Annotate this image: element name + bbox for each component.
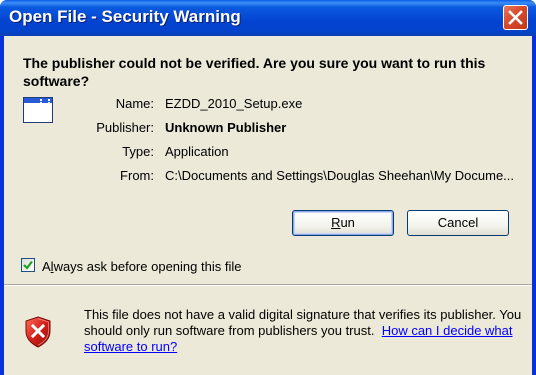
close-icon xyxy=(508,10,523,25)
always-ask-label[interactable]: Always ask before opening this file xyxy=(42,259,241,274)
always-ask-checkbox[interactable] xyxy=(21,258,35,272)
shield-x-icon xyxy=(25,316,51,348)
type-label: Type: xyxy=(122,144,154,159)
title-bar[interactable]: Open File - Security Warning xyxy=(0,0,536,36)
type-value: Application xyxy=(165,144,229,159)
run-button[interactable]: Run xyxy=(292,210,394,236)
security-warning-dialog: Open File - Security Warning The publish… xyxy=(0,0,536,375)
publisher-label: Publisher: xyxy=(96,120,154,135)
divider xyxy=(4,284,532,286)
name-value: EZDD_2010_Setup.exe xyxy=(165,96,303,111)
dialog-body: The publisher could not be verified. Are… xyxy=(4,36,532,375)
run-label: un xyxy=(340,215,355,230)
name-label: Name: xyxy=(115,96,154,111)
close-button[interactable] xyxy=(503,5,528,30)
cancel-button[interactable]: Cancel xyxy=(407,210,509,236)
label-prefix: A xyxy=(42,259,51,274)
from-label: From: xyxy=(120,168,154,183)
window-title: Open File - Security Warning xyxy=(9,7,241,26)
warning-message: This file does not have a valid digital … xyxy=(84,307,524,355)
publisher-value: Unknown Publisher xyxy=(165,120,287,135)
from-value: C:\Documents and Settings\Douglas Sheeha… xyxy=(165,168,515,183)
checkmark-icon xyxy=(23,260,33,270)
warning-headline: The publisher could not be verified. Are… xyxy=(23,55,486,89)
label-rest: ways ask before opening this file xyxy=(53,259,242,274)
